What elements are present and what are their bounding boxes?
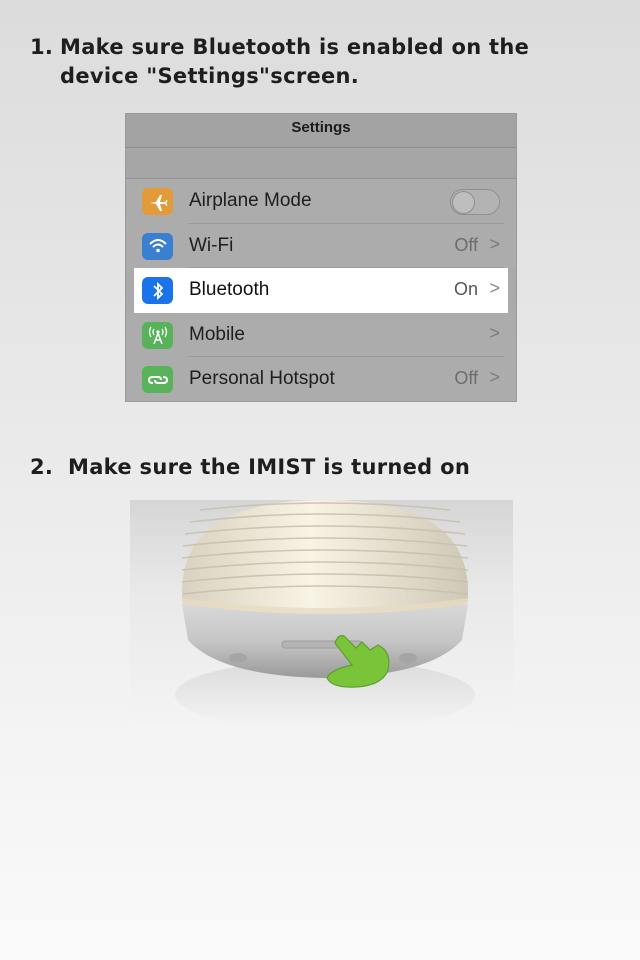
settings-row-value: Off bbox=[454, 368, 478, 388]
settings-row-personal-hotspot[interactable]: Personal Hotspot Off > bbox=[126, 357, 516, 401]
step-2-instruction: 2. Make sure the IMIST is turned on bbox=[30, 453, 470, 482]
mobile-signal-icon bbox=[142, 321, 173, 349]
settings-section-gap bbox=[126, 148, 516, 179]
airplane-icon bbox=[142, 188, 173, 215]
settings-row-label: Airplane Mode bbox=[189, 190, 312, 211]
settings-row-value: On bbox=[453, 279, 478, 299]
wifi-icon bbox=[142, 232, 173, 260]
imist-diffuser-image bbox=[130, 500, 513, 732]
settings-row-airplane-mode[interactable]: Airplane Mode bbox=[126, 179, 516, 224]
settings-row-label: Mobile bbox=[189, 323, 245, 345]
step-2-number: 2. bbox=[30, 455, 54, 479]
settings-row-label: Wi-Fi bbox=[189, 234, 234, 256]
settings-row-value: Off bbox=[454, 234, 478, 255]
chevron-right-icon: > bbox=[489, 233, 500, 254]
chevron-right-icon: > bbox=[489, 367, 500, 387]
hotspot-icon bbox=[142, 366, 173, 393]
settings-row-bluetooth[interactable]: Bluetooth On > bbox=[134, 268, 508, 313]
settings-row-label: Bluetooth bbox=[189, 279, 270, 300]
airplane-mode-toggle[interactable] bbox=[450, 189, 500, 215]
step-1-number: 1. bbox=[30, 35, 54, 59]
step-2-text: Make sure the IMIST is turned on bbox=[68, 455, 471, 479]
settings-row-wifi[interactable]: Wi-Fi Off > bbox=[126, 223, 516, 268]
settings-screenshot: Settings Airplane Mode Wi-Fi Off > Bluet… bbox=[125, 113, 517, 402]
bluetooth-icon bbox=[142, 277, 173, 304]
chevron-right-icon: > bbox=[489, 278, 500, 298]
settings-row-mobile[interactable]: Mobile > bbox=[126, 312, 516, 357]
step-1-text-line-2: device "Settings"screen. bbox=[60, 64, 360, 88]
diffuser-illustration bbox=[175, 500, 475, 730]
settings-row-label: Personal Hotspot bbox=[189, 368, 335, 389]
step-1-instruction: 1. Make sure Bluetooth is enabled on the … bbox=[30, 33, 529, 91]
step-1-text-line-1: Make sure Bluetooth is enabled on the bbox=[60, 35, 530, 59]
chevron-right-icon: > bbox=[489, 322, 500, 343]
settings-title: Settings bbox=[126, 114, 516, 148]
toggle-knob bbox=[452, 191, 475, 214]
